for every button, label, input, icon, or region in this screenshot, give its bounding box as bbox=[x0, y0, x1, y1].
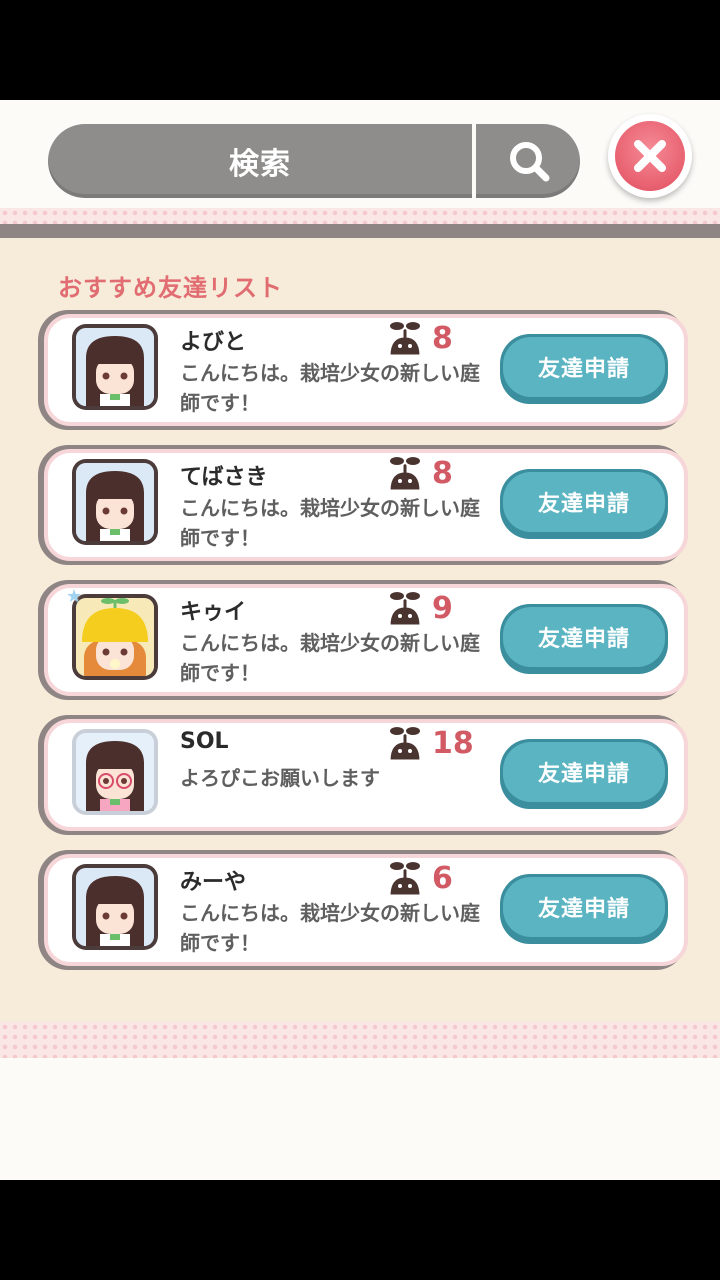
search-divider bbox=[472, 124, 476, 198]
friend-request-button[interactable]: 友達申請 bbox=[500, 739, 668, 809]
friend-level: 9 bbox=[384, 588, 453, 628]
level-value: 8 bbox=[432, 320, 453, 356]
sprout-icon bbox=[387, 860, 423, 898]
search-icon bbox=[510, 142, 550, 182]
friend-request-label: 友達申請 bbox=[503, 607, 665, 667]
avatar-yellow-hat-icon bbox=[76, 598, 154, 676]
close-button[interactable] bbox=[608, 114, 692, 198]
avatar-girl-icon bbox=[76, 463, 154, 541]
sprout-icon bbox=[387, 455, 423, 493]
friend-request-button[interactable]: 友達申請 bbox=[500, 469, 668, 539]
avatar bbox=[72, 459, 158, 545]
sprout-icon bbox=[387, 725, 423, 763]
avatar bbox=[72, 324, 158, 410]
star-icon: ★ bbox=[66, 586, 83, 607]
friend-request-label: 友達申請 bbox=[503, 337, 665, 397]
friend-level: 18 bbox=[384, 723, 474, 763]
friend-request-label: 友達申請 bbox=[503, 742, 665, 802]
friend-level: 8 bbox=[384, 318, 453, 358]
friend-message: こんにちは。栽培少女の新しい庭師です！ bbox=[180, 361, 480, 415]
friend-name: みーや bbox=[180, 870, 247, 895]
level-value: 6 bbox=[432, 860, 453, 896]
close-button-face bbox=[615, 121, 685, 191]
avatar bbox=[72, 729, 158, 815]
search-input[interactable]: 検索 bbox=[48, 124, 472, 198]
friend-card: よびと こんにちは。栽培少女の新しい庭師です！ 8 友達申請 bbox=[38, 310, 688, 430]
level-value: 8 bbox=[432, 455, 453, 491]
friend-level: 8 bbox=[384, 453, 453, 493]
section-title: おすすめ友達リスト bbox=[58, 274, 283, 302]
search-bar: 検索 bbox=[48, 124, 580, 198]
close-icon bbox=[634, 140, 666, 172]
friend-request-label: 友達申請 bbox=[503, 877, 665, 937]
friend-search-screen: 検索 おすすめ友達リスト よびと こんにちは。栽培少女の新しい庭師です！ 8 友… bbox=[0, 100, 720, 1180]
friend-name: てばさき bbox=[180, 465, 268, 490]
friend-request-label: 友達申請 bbox=[503, 472, 665, 532]
level-value: 9 bbox=[432, 590, 453, 626]
dotted-band-bottom bbox=[0, 1022, 720, 1058]
friend-message: よろぴこお願いします bbox=[180, 766, 380, 790]
friend-card: SOL よろぴこお願いします 18 友達申請 bbox=[38, 715, 688, 835]
friend-card: てばさき こんにちは。栽培少女の新しい庭師です！ 8 友達申請 bbox=[38, 445, 688, 565]
friend-message: こんにちは。栽培少女の新しい庭師です！ bbox=[180, 901, 480, 955]
avatar bbox=[72, 864, 158, 950]
friend-card: ★ キゥイ こんにちは。栽培少女の新しい庭師です！ 9 友達申請 bbox=[38, 580, 688, 700]
friend-message: こんにちは。栽培少女の新しい庭師です！ bbox=[180, 496, 480, 550]
sprout-icon bbox=[387, 590, 423, 628]
friend-request-button[interactable]: 友達申請 bbox=[500, 874, 668, 944]
friend-request-button[interactable]: 友達申請 bbox=[500, 604, 668, 674]
system-nav-bar bbox=[0, 1180, 720, 1280]
friend-name: よびと bbox=[180, 330, 247, 355]
avatar-girl-icon bbox=[76, 328, 154, 406]
friend-request-button[interactable]: 友達申請 bbox=[500, 334, 668, 404]
friend-name: SOL bbox=[180, 729, 229, 754]
avatar-glasses-girl-icon bbox=[76, 733, 154, 811]
avatar bbox=[72, 594, 158, 680]
level-value: 18 bbox=[432, 725, 474, 761]
friend-message: こんにちは。栽培少女の新しい庭師です！ bbox=[180, 631, 480, 685]
friend-level: 6 bbox=[384, 858, 453, 898]
avatar-girl-icon bbox=[76, 868, 154, 946]
friend-card: みーや こんにちは。栽培少女の新しい庭師です！ 6 友達申請 bbox=[38, 850, 688, 970]
friend-name: キゥイ bbox=[180, 600, 247, 625]
sprout-icon bbox=[387, 320, 423, 358]
search-button[interactable] bbox=[478, 124, 580, 198]
